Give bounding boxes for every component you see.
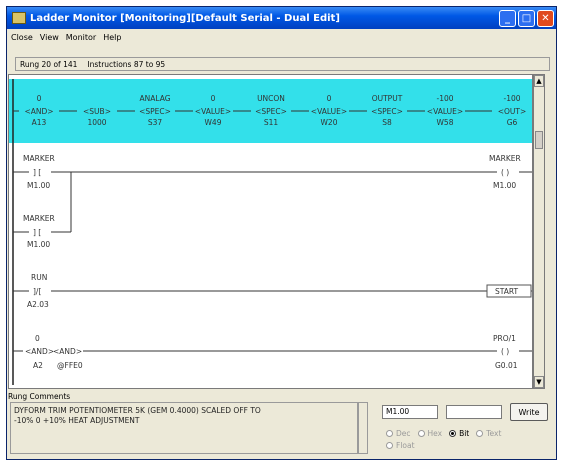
menu-help[interactable]: Help [103,33,121,42]
radio-hex[interactable]: Hex [417,429,442,438]
instruction-range: Instructions 87 to 95 [87,59,166,69]
and-1-address: A2 [33,361,43,370]
instruction-top-label: 0 [327,94,332,103]
coil-pro-glyph[interactable]: ( ) [501,347,509,356]
menu-view[interactable]: View [40,33,59,42]
rung-comments-text[interactable]: DYFORM TRIM POTENTIOMETER 5K (GEM 0.4000… [10,402,358,454]
contact-2-address: M1.00 [27,240,50,249]
title-bar: Ladder Monitor [Monitoring][Default Seri… [7,7,556,29]
and-1-tag: 0 [35,334,40,343]
rung-status-bar: Rung 20 of 141 Instructions 87 to 95 [15,57,550,71]
radio-dot-icon [386,429,393,437]
menu-monitor[interactable]: Monitor [66,33,96,42]
radio-dec[interactable]: Dec [386,429,411,438]
contact-run-address: A2.03 [27,300,49,309]
radio-text[interactable]: Text [476,429,501,438]
rung-comments-label: Rung Comments [8,392,71,401]
contact-run-tag: RUN [31,273,47,282]
instruction-address: S8 [382,118,392,127]
radio-dot-icon [386,441,393,449]
comments-scrollbar[interactable] [358,402,368,454]
app-icon [12,12,26,24]
ladder-diagram: 0 <AND> A13 <SUB> 1000 ANALAG <SPEC> S37 0 <VALUE… [9,79,532,385]
coil-marker-tag: MARKER [489,154,521,163]
instruction-top-label: 0 [37,94,42,103]
rung-position: Rung 20 of 141 [20,59,78,69]
contact-1-tag: MARKER [23,154,55,163]
instruction-address: W49 [205,118,222,127]
instruction-mnemonic: <SPEC> [255,107,287,116]
close-window-button[interactable]: ✕ [537,9,554,27]
contact-2-tag: MARKER [23,214,55,223]
instruction-address: S37 [148,118,163,127]
write-button[interactable]: Write [510,403,548,421]
instruction-top-label: -100 [436,94,453,103]
maximize-button[interactable]: □ [518,9,535,27]
radio-float[interactable]: Float [386,441,415,450]
radio-dot-icon [417,429,425,437]
radio-dot-icon [476,429,484,437]
instruction-mnemonic: <SUB> [83,107,111,116]
contact-run-glyph[interactable]: ]/[ [33,287,41,296]
radio-bit[interactable]: Bit [449,429,469,438]
instruction-mnemonic: <VALUE> [195,107,231,116]
start-output-label: START [495,287,519,296]
instruction-mnemonic: <AND> [24,107,53,116]
and-2-label[interactable]: <AND> [53,347,82,356]
instruction-top-label: -100 [503,94,520,103]
instruction-top-label: OUTPUT [372,94,403,103]
menu-bar: Close View Monitor Help [7,29,556,45]
coil-marker-glyph[interactable]: ( ) [501,168,509,177]
format-radio-group: Dec Hex Bit Text Float [386,427,551,451]
instruction-top-label: 0 [211,94,216,103]
scroll-thumb[interactable] [535,131,543,149]
radio-dot-icon [449,429,457,437]
instruction-address: A13 [32,118,47,127]
value-input[interactable] [446,405,502,419]
contact-2-glyph[interactable]: ] [ [33,228,41,237]
instruction-address: G6 [507,118,518,127]
instruction-mnemonic: <VALUE> [311,107,347,116]
scroll-down-arrow-icon[interactable]: ▼ [534,376,544,388]
instruction-top-label: UNCON [257,94,285,103]
ladder-scrollbar[interactable]: ▲ ▼ [533,74,545,389]
instruction-address: W58 [437,118,454,127]
window-title: Ladder Monitor [Monitoring][Default Seri… [30,12,340,24]
coil-marker-address: M1.00 [493,181,516,190]
ladder-diagram-pane[interactable]: 0 <AND> A13 <SUB> 1000 ANALAG <SPEC> S37 0 <VALUE… [8,74,533,389]
instruction-address: W20 [321,118,338,127]
and-1-label[interactable]: <AND> [25,347,54,356]
instruction-mnemonic: <VALUE> [427,107,463,116]
and-2-address: @FFE0 [57,361,83,370]
minimize-button[interactable]: _ [499,9,516,27]
instruction-top-label: ANALAG [139,94,170,103]
menu-close[interactable]: Close [11,33,33,42]
scroll-up-arrow-icon[interactable]: ▲ [534,75,544,87]
contact-1-glyph[interactable]: ] [ [33,168,41,177]
instruction-address: 1000 [87,118,106,127]
coil-pro-tag: PRO/1 [493,334,516,343]
instruction-mnemonic: <SPEC> [371,107,403,116]
address-field[interactable]: M1.00 [382,405,438,419]
instruction-mnemonic: <OUT> [498,107,527,116]
contact-1-address: M1.00 [27,181,50,190]
instruction-address: S11 [264,118,279,127]
coil-pro-address: G0.01 [495,361,518,370]
instruction-mnemonic: <SPEC> [139,107,171,116]
